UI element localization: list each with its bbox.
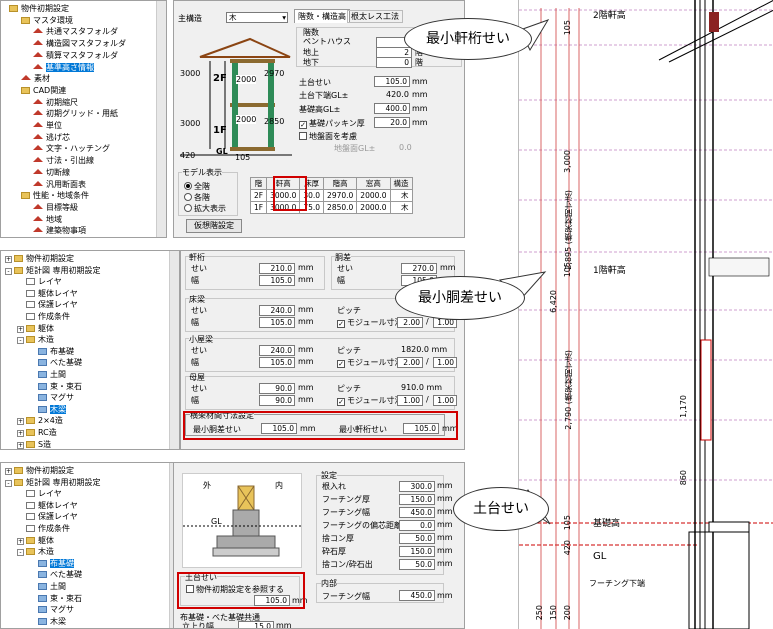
- callout-sill: 土台せい: [453, 487, 549, 531]
- callout-min-nokigeta: 最小軒桁せい: [404, 18, 532, 60]
- callout-tails: [498, 19, 551, 525]
- callout-min-dosa: 最小胴差せい: [395, 276, 525, 320]
